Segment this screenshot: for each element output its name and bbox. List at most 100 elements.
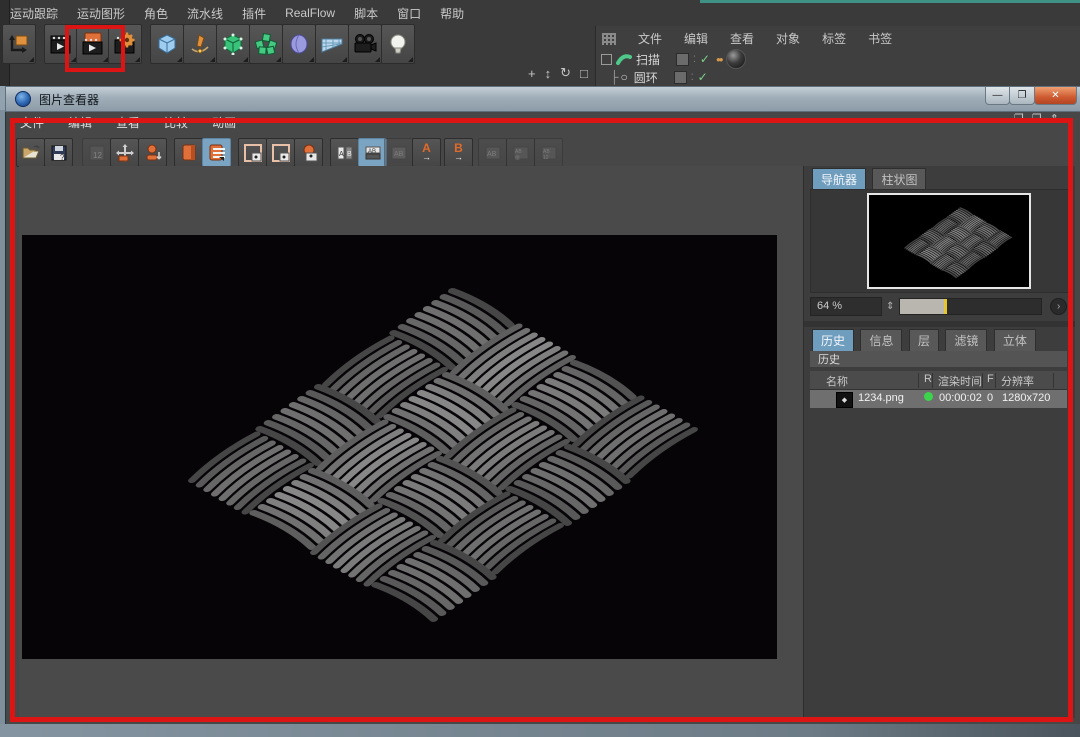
letter-b-arrow-icon: B→ [454,144,463,162]
col-resolution[interactable]: 分辨率 [1001,373,1034,389]
tab-layer[interactable]: 层 [909,329,939,352]
enabled-check-icon[interactable]: ✓ [700,52,710,66]
layout-toggle-icon[interactable]: ❐ [1014,112,1024,125]
material-tag-icon[interactable] [726,49,746,69]
pv-menu-animation[interactable]: 动画 [212,114,236,131]
pv-menu-compare[interactable]: 比较 [164,114,188,131]
minimize-button[interactable]: — [985,87,1010,105]
visibility-dots-icon[interactable]: ⁚ [693,54,696,65]
ab-option-button[interactable]: AB12 [534,138,563,167]
collapse-panel-icon[interactable]: ⇕ [1050,112,1059,125]
render-settings-button[interactable] [108,24,142,64]
rendered-image[interactable] [22,235,777,659]
visibility-dots-icon[interactable]: ⁚ [691,72,694,83]
menu-script[interactable]: 脚本 [354,5,378,22]
open-file-button[interactable] [16,138,45,167]
tab-filter[interactable]: 滤镜 [945,329,987,352]
menu-mograph[interactable]: 运动图形 [77,5,125,22]
tab-history[interactable]: 历史 [812,329,854,352]
compare-frame-b-button[interactable] [266,138,295,167]
zoom-stepper-icon[interactable]: ⇕ [886,301,894,312]
pv-menu-file[interactable]: 文件 [20,114,44,131]
menu-motion-tracker[interactable]: 运动跟踪 [10,5,58,22]
col-f[interactable]: F [987,373,994,385]
zoom-slider-handle[interactable] [944,299,947,314]
viewport-zoom-icon[interactable]: ↕ [545,66,552,81]
flyout-triangle [177,57,182,62]
dual-image-button[interactable] [202,138,231,167]
render-view-button[interactable] [44,24,78,64]
ab-option-button[interactable]: AB [478,138,507,167]
camera-button[interactable] [348,24,382,64]
single-image-button[interactable] [174,138,203,167]
actual-size-button[interactable] [138,138,167,167]
axis-tool-button[interactable] [2,24,36,64]
layout-toggle-icon[interactable]: ❐ [1032,112,1042,125]
tab-histogram[interactable]: 柱状图 [872,168,926,191]
menu-realflow[interactable]: RealFlow [285,6,335,20]
layer-swatch[interactable] [676,53,689,66]
col-r[interactable]: R [924,373,932,385]
expand-toggle-icon[interactable] [601,54,612,65]
menu-character[interactable]: 角色 [144,5,168,22]
light-button[interactable] [381,24,415,64]
menu-plugins[interactable]: 插件 [242,5,266,22]
menu-pipeline[interactable]: 流水线 [187,5,223,22]
maximize-button[interactable]: ❐ [1009,87,1035,105]
ab-overlay-button[interactable]: AB [384,138,413,167]
viewport-pan-icon[interactable]: + [528,66,536,81]
save-button[interactable]: ? [44,138,73,167]
object-row-circle[interactable]: ├ ○ 圆环 ⁚ ✓ [596,68,708,86]
zoom-value-field[interactable]: 64 % [810,297,882,316]
set-b-button[interactable]: B→ [444,138,473,167]
render-to-picture-viewer-button[interactable] [76,24,110,64]
pv-menu-edit[interactable]: 编辑 [68,114,92,131]
viewport-rotate-icon[interactable]: ↻ [560,65,571,81]
swap-ab-button[interactable] [294,138,323,167]
close-button[interactable]: ✕ [1034,87,1077,105]
picture-viewer-menubar: 文件 编辑 查看 比较 动画 [20,114,236,131]
metaball-button[interactable] [282,24,316,64]
frame-range-button[interactable]: 12 [82,138,111,167]
object-label[interactable]: 扫描 [636,51,670,68]
ab-horizontal-button[interactable]: AB [358,138,387,167]
navigator-thumbnail[interactable] [867,193,1031,289]
om-menu-objects[interactable]: 对象 [776,30,800,47]
tab-info[interactable]: 信息 [860,329,902,352]
tab-stereo[interactable]: 立体 [994,329,1036,352]
om-menu-bookmarks[interactable]: 书签 [868,30,892,47]
drag-grip-icon[interactable] [602,33,616,45]
om-menu-file[interactable]: 文件 [638,30,662,47]
compare-frame-a-button[interactable] [238,138,267,167]
layer-swatch[interactable] [674,71,687,84]
col-render-time[interactable]: 渲染时间 [938,373,982,389]
object-label[interactable]: 圆环 [634,69,668,86]
fit-image-button[interactable] [110,138,139,167]
phong-tag-icon[interactable]: ●● [716,55,722,64]
viewport-maximize-icon[interactable]: □ [580,66,588,81]
zoom-slider[interactable] [899,298,1043,315]
ab-option-button[interactable]: AB▥ [506,138,535,167]
menu-window[interactable]: 窗口 [397,5,421,22]
menu-help[interactable]: 帮助 [440,5,464,22]
navigator-more-button[interactable]: › [1050,298,1067,315]
om-menu-view[interactable]: 查看 [730,30,754,47]
ab-vertical-button[interactable]: AB [330,138,359,167]
array-button[interactable] [249,24,283,64]
col-name[interactable]: 名称 [826,373,848,389]
subdivision-surface-button[interactable] [216,24,250,64]
floor-button[interactable] [315,24,349,64]
book-pages-icon [209,144,225,161]
object-row-sweep[interactable]: 扫描 ⁚ ✓ ●● [596,50,746,68]
history-row-selected[interactable]: ◆ 1234.png 00:00:02 0 1280x720 [810,390,1067,408]
enabled-check-icon[interactable]: ✓ [698,70,708,84]
picture-viewer-titlebar[interactable]: 图片查看器 [5,86,1080,112]
pv-menu-view[interactable]: 查看 [116,114,140,131]
tab-navigator[interactable]: 导航器 [812,168,866,191]
cube-button[interactable] [150,24,184,64]
om-menu-edit[interactable]: 编辑 [684,30,708,47]
pen-spline-button[interactable] [183,24,217,64]
om-menu-tags[interactable]: 标签 [822,30,846,47]
person-icon [144,144,162,162]
set-a-button[interactable]: A→ [412,138,441,167]
